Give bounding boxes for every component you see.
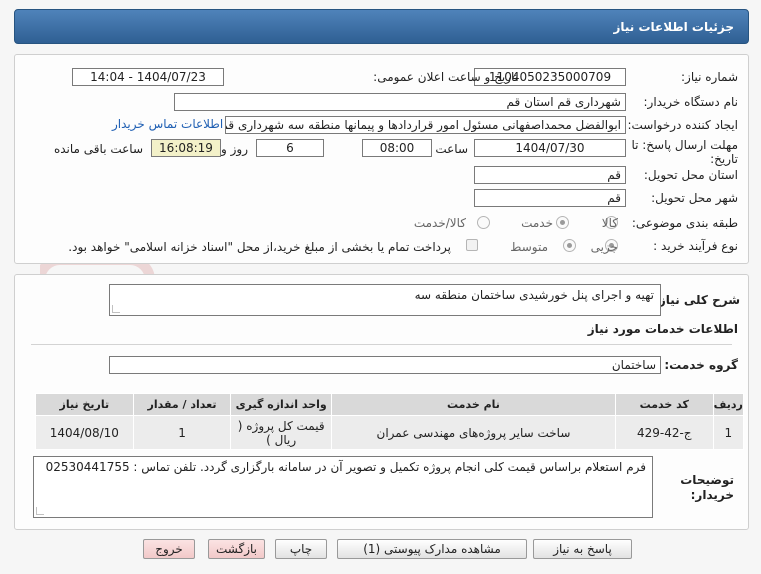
announce-field: 1404/07/23 - 14:04 (72, 68, 224, 86)
deadline-date-field: 1404/07/30 (474, 139, 626, 157)
days-label: روز و (221, 142, 248, 156)
category-radio-both[interactable] (477, 216, 490, 229)
days-field: 6 (256, 139, 324, 157)
service-group-label: گروه خدمت: (664, 358, 738, 372)
buyer-notes-text: فرم استعلام براساس قیمت کلی انجام پروژه … (45, 460, 646, 474)
category-radio-service[interactable] (556, 216, 569, 229)
table-header-row: ردیف کد خدمت نام خدمت واحد اندازه گیری ت… (35, 393, 745, 416)
exit-button[interactable]: خروج (143, 539, 195, 559)
col-unit-header: واحد اندازه گیری (230, 393, 333, 416)
process-radio-medium[interactable] (563, 239, 576, 252)
category-option-both: کالا/خدمت (413, 216, 466, 230)
deadline-label: مهلت ارسال پاسخ: تا (631, 138, 738, 152)
process-option-medium: متوسط (510, 240, 548, 254)
cell-row: 1 (712, 415, 745, 450)
col-date-header: تاریخ نیاز (35, 393, 134, 416)
buyer-notes-label: توضیحات (680, 473, 734, 487)
deadline-label-2: تاریخ: (710, 152, 738, 166)
cell-date: 1404/08/10 (35, 415, 134, 450)
back-button[interactable]: بازگشت (208, 539, 265, 559)
requester-label: ایجاد کننده درخواست: (627, 118, 738, 132)
reply-button[interactable]: پاسخ به نیاز (533, 539, 632, 559)
buyer-contact-link[interactable]: اطلاعات تماس خریدار (112, 117, 223, 131)
cell-unit: قیمت کل پروژه ( ریال ) (230, 415, 333, 450)
category-label: طبقه بندی موضوعی: (631, 216, 738, 230)
table-row: 1 ج-42-429 ساخت سایر پروژه‌های مهندسی عم… (35, 415, 745, 450)
province-label: استان محل تحویل: (643, 168, 738, 182)
city-label: شهر محل تحویل: (651, 191, 738, 205)
col-qty-header: تعداد / مقدار (132, 393, 232, 416)
need-details-panel: شرح کلی نیاز: تهیه و اجرای پنل خورشیدی س… (14, 274, 749, 530)
buyer-org-label: نام دستگاه خریدار: (643, 95, 739, 109)
remaining-label: ساعت باقی مانده (53, 142, 143, 156)
province-field: قم (474, 166, 626, 184)
cell-code: ج-42-429 (614, 415, 714, 450)
summary-field: تهیه و اجرای پنل خورشیدی ساختمان منطقه س… (109, 284, 661, 316)
payment-note: پرداخت تمام یا بخشی از مبلغ خرید،از محل … (68, 240, 451, 254)
announce-label: تاریخ و ساعت اعلان عمومی: (373, 70, 518, 84)
category-option-service: خدمت (521, 216, 553, 230)
section-divider (31, 344, 732, 345)
city-field: قم (474, 189, 626, 207)
resize-handle-icon[interactable] (112, 305, 120, 313)
buyer-notes-label-2: خریدار: (690, 488, 734, 502)
process-option-minor: جزیی (590, 240, 618, 254)
buyer-org-field: شهرداری قم استان قم (174, 93, 626, 111)
remaining-time-field: 16:08:19 (151, 139, 221, 157)
deadline-time-field: 08:00 (362, 139, 432, 157)
need-info-panel: شماره نیاز: 1104050235000709 تاریخ و ساع… (14, 54, 749, 264)
treasury-checkbox[interactable] (466, 239, 478, 251)
time-label: ساعت (435, 142, 468, 156)
summary-label: شرح کلی نیاز: (654, 293, 740, 307)
col-name-header: نام خدمت (331, 393, 616, 416)
service-group-field: ساختمان (109, 356, 661, 374)
need-number-label: شماره نیاز: (681, 70, 738, 84)
services-heading: اطلاعات خدمات مورد نیاز (587, 322, 738, 336)
col-code-header: کد خدمت (614, 393, 714, 416)
process-label: نوع فرآیند خرید : (653, 239, 738, 253)
page-title: جزئیات اطلاعات نیاز (613, 20, 734, 34)
cell-name: ساخت سایر پروژه‌های مهندسی عمران (331, 415, 616, 450)
resize-handle-icon[interactable] (36, 507, 44, 515)
attachments-button[interactable]: مشاهده مدارک پیوستی (1) (337, 539, 527, 559)
cell-qty: 1 (132, 415, 232, 450)
summary-text: تهیه و اجرای پنل خورشیدی ساختمان منطقه س… (414, 288, 654, 302)
requester-field: ابوالفضل محمداصفهانی مسئول امور قرارداده… (225, 116, 626, 134)
category-option-goods: کالا (601, 216, 618, 230)
col-row-header: ردیف (712, 393, 745, 416)
buyer-notes-field: فرم استعلام براساس قیمت کلی انجام پروژه … (33, 456, 653, 518)
print-button[interactable]: چاپ (275, 539, 327, 559)
services-table: ردیف کد خدمت نام خدمت واحد اندازه گیری ت… (35, 393, 745, 450)
page-title-bar: جزئیات اطلاعات نیاز (14, 9, 749, 44)
